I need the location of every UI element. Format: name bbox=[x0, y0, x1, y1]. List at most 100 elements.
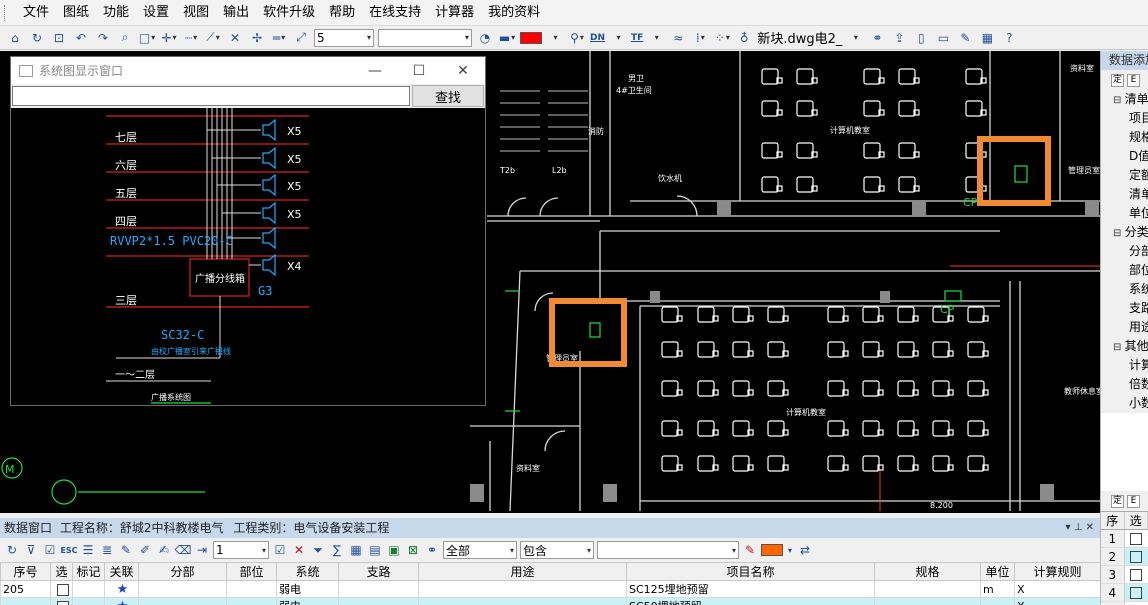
column-header[interactable]: 分部 bbox=[138, 562, 227, 581]
column-header[interactable]: 序号 bbox=[0, 562, 51, 581]
mini-grid-row-check[interactable] bbox=[1124, 548, 1148, 565]
mini-grid-row[interactable]: 4 bbox=[1101, 584, 1148, 602]
crosshair-tool-icon[interactable]: ✛ bbox=[160, 29, 178, 47]
color-dropdown-icon[interactable]: ▾ bbox=[786, 542, 794, 558]
binoculars-icon[interactable]: ⚭ bbox=[868, 29, 886, 47]
find-icon[interactable]: ⚭ bbox=[424, 542, 440, 558]
refresh-data-icon[interactable]: ↻ bbox=[4, 542, 20, 558]
menu-upgrade[interactable]: 软件升级 bbox=[256, 2, 322, 24]
pin-close-icon[interactable]: ▾ ⊥ ✕ bbox=[1066, 518, 1094, 538]
filter-check-icon[interactable]: ⊽ bbox=[23, 542, 39, 558]
intersect-icon[interactable]: ✕ bbox=[226, 29, 244, 47]
menu-view[interactable]: 视图 bbox=[176, 2, 216, 24]
mini-grid-row-check[interactable] bbox=[1125, 566, 1148, 583]
highlight-color-swatch[interactable] bbox=[761, 544, 783, 556]
menu-online-support[interactable]: 在线支持 bbox=[362, 2, 428, 24]
tf-dropdown-icon[interactable] bbox=[647, 29, 665, 47]
esc-icon[interactable]: ESC bbox=[60, 542, 77, 558]
column-header[interactable]: 关联 bbox=[104, 562, 139, 581]
layer-combo[interactable]: ▾ bbox=[378, 28, 472, 47]
property-item[interactable]: 清单 bbox=[1101, 185, 1148, 204]
column-header[interactable]: 部位 bbox=[226, 562, 277, 581]
property-item[interactable]: 计算 bbox=[1101, 356, 1148, 375]
column-header[interactable]: 选 bbox=[50, 562, 73, 581]
tools-icon[interactable]: ✎ bbox=[956, 29, 974, 47]
section-1[interactable]: 分类 bbox=[1101, 223, 1148, 242]
column-header[interactable]: 标记 bbox=[72, 562, 105, 581]
export-icon[interactable]: ⇪ bbox=[890, 29, 908, 47]
mini-grid-row[interactable]: 3 bbox=[1101, 566, 1148, 584]
brush-icon[interactable]: ✍ bbox=[156, 542, 172, 558]
menu-my-info[interactable]: 我的资料 bbox=[481, 2, 547, 24]
filter-icon[interactable]: ⏷ bbox=[310, 542, 326, 558]
copy-icon[interactable]: E bbox=[1127, 73, 1140, 87]
link-star-icon[interactable]: ★ bbox=[117, 582, 129, 597]
scope-combo[interactable]: 全部 ▾ bbox=[443, 541, 517, 559]
wave-icon[interactable]: ≈ bbox=[669, 29, 687, 47]
block-dropdown-icon[interactable] bbox=[846, 29, 864, 47]
dn-tag[interactable]: DN bbox=[590, 33, 605, 43]
center-snap-icon[interactable]: ✢ bbox=[248, 29, 266, 47]
copy2-icon[interactable]: E bbox=[1127, 494, 1140, 508]
mini-grid-row[interactable]: 2 bbox=[1101, 548, 1148, 566]
property-item[interactable]: 项目 bbox=[1101, 109, 1148, 128]
refresh-icon[interactable]: ↻ bbox=[28, 29, 46, 47]
section-0[interactable]: 清单 bbox=[1101, 90, 1148, 109]
menu-file[interactable]: 文件 bbox=[16, 2, 56, 24]
scale-icon[interactable]: ⤢ bbox=[292, 29, 310, 47]
list-edit-icon[interactable]: ≣ bbox=[99, 542, 115, 558]
delete-icon[interactable]: ✕ bbox=[291, 542, 307, 558]
dn-dropdown-icon[interactable] bbox=[609, 29, 627, 47]
tf-tag[interactable]: TF bbox=[631, 33, 643, 43]
menu-drawing[interactable]: 图纸 bbox=[56, 2, 96, 24]
system-search-input[interactable] bbox=[12, 86, 410, 106]
edit-icon[interactable]: ✎ bbox=[118, 542, 134, 558]
layer-manager-icon[interactable]: ◔ bbox=[476, 29, 494, 47]
system-window-titlebar[interactable]: 系统图显示窗口 — ☐ ✕ bbox=[11, 57, 485, 84]
mini-grid-row-check[interactable] bbox=[1125, 530, 1148, 547]
cluster-icon[interactable]: ⁘ bbox=[713, 29, 731, 47]
sync-icon[interactable]: ⇄ bbox=[797, 542, 813, 558]
close-icon[interactable]: ✕ bbox=[441, 57, 485, 84]
table-row[interactable]: ★ 弱电 SC50埋地预留 X bbox=[0, 597, 1100, 605]
property-item[interactable]: 分部 bbox=[1101, 242, 1148, 261]
link-star-icon[interactable]: ★ bbox=[117, 599, 129, 605]
help-icon[interactable]: ? bbox=[1000, 29, 1018, 47]
search-button[interactable]: 查找 bbox=[412, 85, 484, 107]
column-header[interactable]: 单位 bbox=[980, 562, 1015, 581]
line-width-combo[interactable]: 5 ▾ bbox=[314, 28, 374, 47]
rectangle-tool-icon[interactable]: □ bbox=[138, 29, 156, 47]
property-item[interactable]: 单位 bbox=[1101, 204, 1148, 223]
menu-settings[interactable]: 设置 bbox=[136, 2, 176, 24]
section-2[interactable]: 其他 bbox=[1101, 337, 1148, 356]
menu-function[interactable]: 功能 bbox=[96, 2, 136, 24]
property-item[interactable]: 支路 bbox=[1101, 299, 1148, 318]
column-header[interactable]: 支路 bbox=[338, 562, 419, 581]
system-diagram-window[interactable]: 系统图显示窗口 — ☐ ✕ 查找 七层 六层 五层 四层 三层 一～二层 X5 … bbox=[10, 56, 486, 406]
excel-export-icon[interactable]: ⊠ bbox=[405, 542, 421, 558]
menu-output[interactable]: 输出 bbox=[216, 2, 256, 24]
property-item[interactable]: 系统 bbox=[1101, 280, 1148, 299]
count-combo[interactable]: 1 ▾ bbox=[213, 541, 269, 559]
menu-help[interactable]: 帮助 bbox=[322, 2, 362, 24]
indent-icon[interactable]: ⇥ bbox=[194, 542, 210, 558]
column-header[interactable]: 规格 bbox=[874, 562, 981, 581]
highlight-pen-icon[interactable]: ✎ bbox=[742, 542, 758, 558]
property-item[interactable]: 规格 bbox=[1101, 128, 1148, 147]
column-header[interactable]: 计算规则 bbox=[1014, 562, 1100, 581]
table-icon[interactable]: ▦ bbox=[978, 29, 996, 47]
color-picker-icon[interactable] bbox=[546, 29, 564, 47]
property-item[interactable]: 倍数 bbox=[1101, 375, 1148, 394]
color-swatch[interactable] bbox=[520, 31, 542, 44]
snap-line-icon[interactable]: ⟋ bbox=[204, 29, 222, 47]
filter-combo[interactable]: ▾ bbox=[597, 541, 739, 559]
line-style-icon[interactable]: ═ bbox=[270, 29, 288, 47]
redo-icon[interactable]: ↷ bbox=[94, 29, 112, 47]
fix2-icon[interactable]: 定 bbox=[1111, 494, 1124, 508]
list-check-icon[interactable]: ☰ bbox=[80, 542, 96, 558]
column-header[interactable]: 用途 bbox=[418, 562, 627, 581]
sum-icon[interactable]: ∑ bbox=[329, 542, 345, 558]
row-link[interactable]: ★ bbox=[104, 597, 139, 605]
match-combo[interactable]: 包含 ▾ bbox=[520, 541, 594, 559]
table-edit-icon[interactable]: ▤ bbox=[367, 542, 383, 558]
